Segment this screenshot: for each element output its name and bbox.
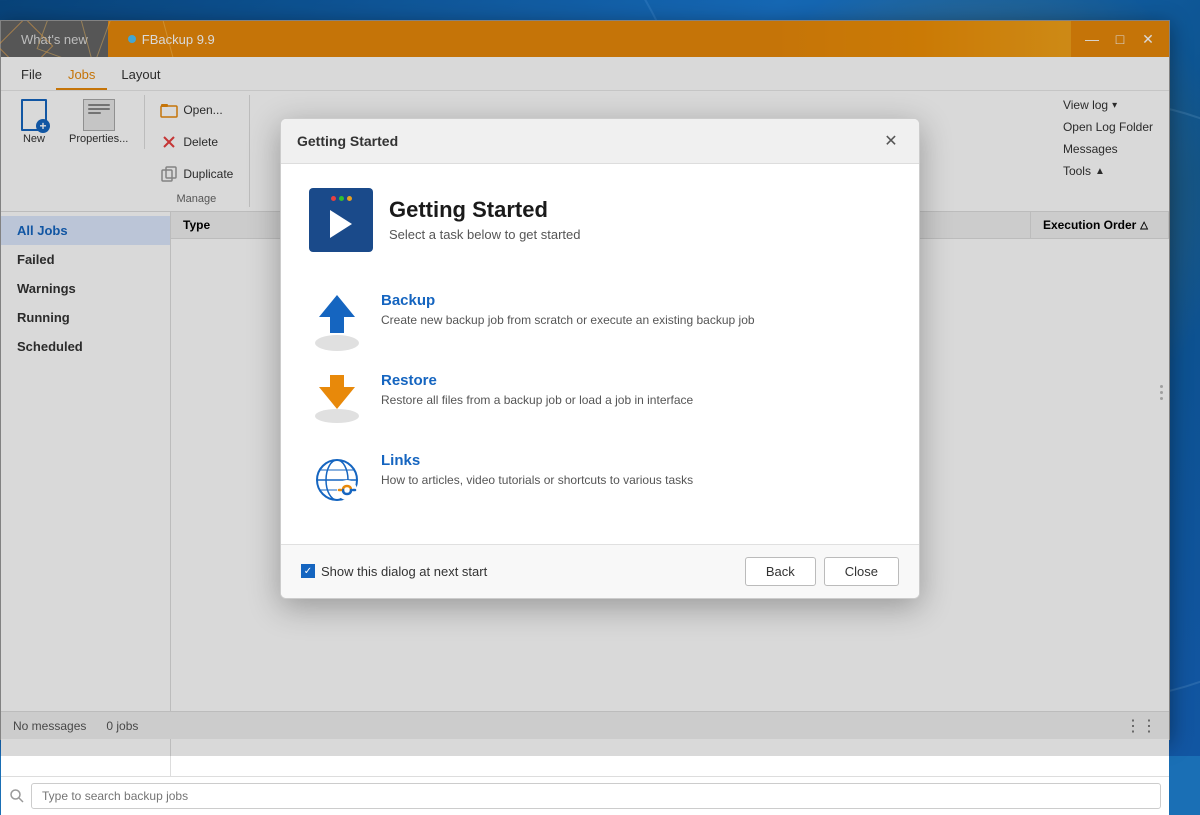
dialog-body: Getting Started Select a task below to g…: [281, 164, 919, 544]
show-dialog-checkbox[interactable]: ✓: [301, 564, 315, 578]
dialog-main-title: Getting Started: [389, 197, 581, 223]
checkmark-icon: ✓: [304, 566, 312, 577]
dialog-header-section: Getting Started Select a task below to g…: [309, 188, 891, 252]
links-desc: How to articles, video tutorials or shor…: [381, 472, 693, 489]
dialog-item-backup[interactable]: Backup Create new backup job from scratc…: [309, 280, 891, 360]
dialog-titlebar: Getting Started ✕: [281, 119, 919, 164]
restore-desc: Restore all files from a backup job or l…: [381, 392, 693, 409]
search-icon: [9, 788, 25, 804]
globe-svg: [313, 456, 361, 504]
back-button[interactable]: Back: [745, 557, 816, 586]
dialog-item-links[interactable]: Links How to articles, video tutorials o…: [309, 440, 891, 520]
search-input[interactable]: [31, 783, 1161, 809]
dialog-item-restore[interactable]: Restore Restore all files from a backup …: [309, 360, 891, 440]
show-dialog-checkbox-wrapper[interactable]: ✓ Show this dialog at next start: [301, 564, 487, 579]
restore-icon: [309, 372, 365, 428]
backup-icon: [309, 292, 365, 348]
search-bar: [1, 776, 1169, 815]
close-button[interactable]: Close: [824, 557, 899, 586]
dialog-header-icon: [309, 188, 373, 252]
links-icon: [309, 452, 365, 508]
dialog-subtitle: Select a task below to get started: [389, 227, 581, 242]
restore-text: Restore Restore all files from a backup …: [381, 372, 693, 409]
backup-desc: Create new backup job from scratch or ex…: [381, 312, 755, 329]
backup-title: Backup: [381, 292, 755, 309]
backup-text: Backup Create new backup job from scratc…: [381, 292, 755, 329]
links-title: Links: [381, 452, 693, 469]
show-dialog-label: Show this dialog at next start: [321, 564, 487, 579]
footer-buttons: Back Close: [745, 557, 899, 586]
dialog-footer: ✓ Show this dialog at next start Back Cl…: [281, 544, 919, 598]
dialog-close-button[interactable]: ✕: [879, 129, 903, 153]
links-text: Links How to articles, video tutorials o…: [381, 452, 693, 489]
icon-dots: [313, 196, 369, 201]
getting-started-dialog: Getting Started ✕: [280, 118, 920, 599]
dialog-header-texts: Getting Started Select a task below to g…: [389, 197, 581, 242]
play-triangle: [330, 210, 352, 238]
play-icon: [313, 192, 369, 248]
dialog-title: Getting Started: [297, 133, 398, 149]
dialog-overlay: Getting Started ✕: [0, 0, 1200, 756]
restore-title: Restore: [381, 372, 693, 389]
